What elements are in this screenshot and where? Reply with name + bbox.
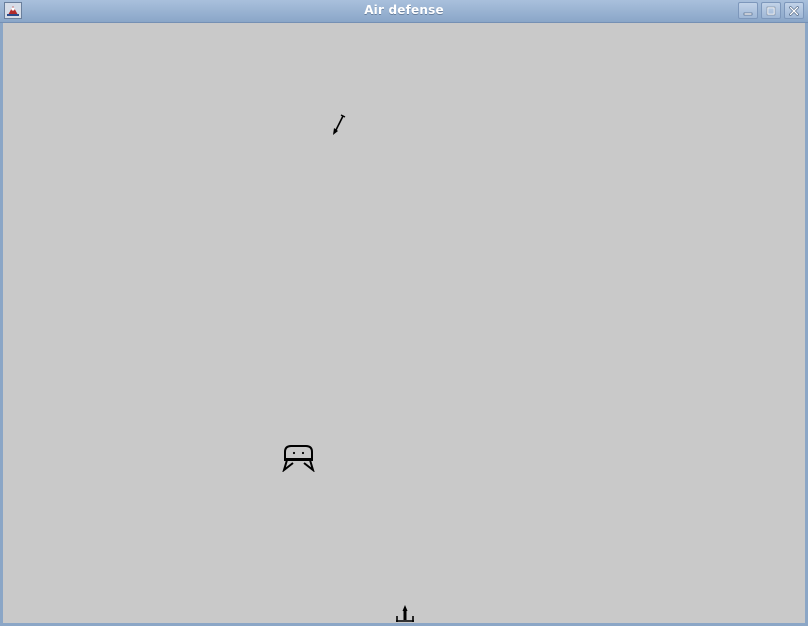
minimize-icon [743, 12, 753, 15]
maximize-button[interactable] [761, 2, 781, 19]
close-button[interactable] [784, 2, 804, 19]
title-bar[interactable]: Air defense [0, 0, 808, 23]
game-window: Air defense [0, 0, 808, 626]
falling-missile [333, 114, 346, 135]
player-turret [396, 605, 414, 622]
window-title: Air defense [364, 3, 444, 17]
minimize-button[interactable] [738, 2, 758, 19]
enemy-ufo [282, 445, 315, 472]
maximize-icon [766, 6, 776, 15]
close-icon [789, 5, 799, 16]
game-canvas[interactable] [3, 23, 805, 623]
window-controls [738, 2, 804, 19]
